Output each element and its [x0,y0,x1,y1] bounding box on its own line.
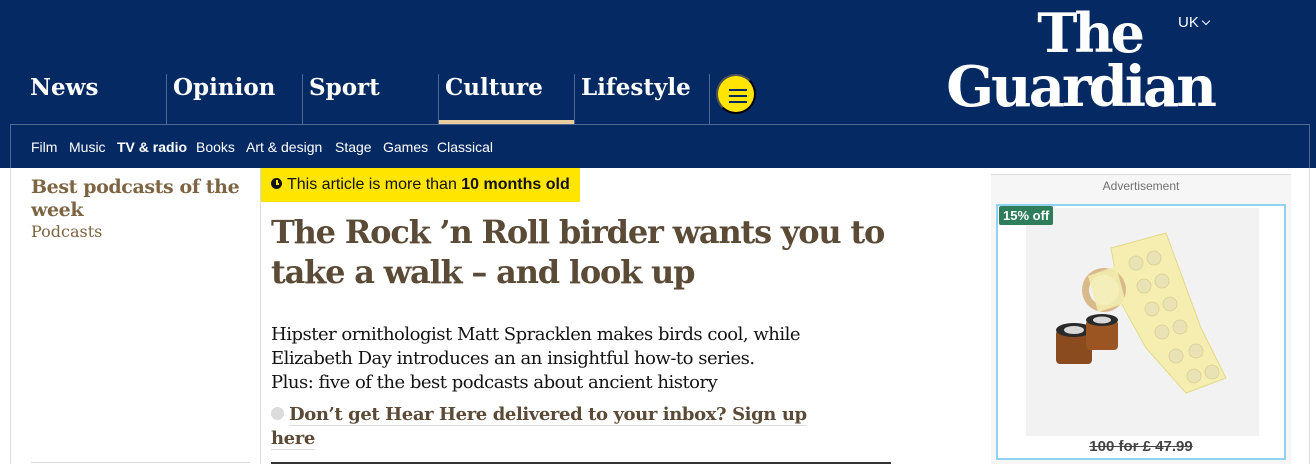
hamburger-icon-line [729,95,747,97]
sub-nav: Film Music TV & radio Books Art & design… [10,124,1310,168]
clock-icon [271,178,282,189]
bullet-icon [271,407,284,420]
series-link[interactable]: Best podcasts of the week [31,176,251,222]
frame-border-right [1309,168,1310,464]
subnav-tv-radio[interactable]: TV & radio [117,139,187,155]
subnav-games[interactable]: Games [383,139,428,155]
guardian-logo[interactable]: The Guardian [884,1,1217,120]
subnav-film[interactable]: Film [31,139,57,155]
subnav-books[interactable]: Books [196,139,235,155]
age-warning-text: This article is more than [287,176,462,193]
newsletter-cta: Don’t get Hear Here delivered to your in… [271,403,811,451]
ad-slot: Advertisement 15% off 100 for £ 47.99 [991,174,1291,464]
column-divider-bottom [31,462,250,463]
ad-product-card[interactable]: 15% off 100 for £ 47.99 [996,204,1286,460]
discount-badge: 15% off [999,206,1054,225]
logo-line-the: The [1037,1,1145,65]
ad-label: Advertisement [1102,179,1180,193]
logo-line-guardian: Guardian [946,54,1217,120]
frame-border-left [10,168,11,464]
ad-price: 100 for £ 47.99 [1089,438,1193,455]
subnav-stage[interactable]: Stage [335,139,372,155]
pillar-sport[interactable]: Sport [302,74,438,124]
age-warning: This article is more than 10 months old [261,168,580,202]
hamburger-icon [729,89,747,91]
subnav-music[interactable]: Music [69,139,106,155]
masthead: UK The Guardian News Opinion Sport Cultu… [0,0,1316,168]
article-meta: Best podcasts of the week Podcasts [31,176,251,242]
age-warning-bold: 10 months old [461,176,570,193]
standfirst: Hipster ornithologist Matt Spracklen mak… [271,324,801,393]
subnav-art-design[interactable]: Art & design [246,139,322,155]
subnav-classical[interactable]: Classical [437,139,493,155]
pillar-divider [709,74,710,124]
sticker-roll-illustration [1026,208,1259,436]
pillar-opinion[interactable]: Opinion [166,74,302,124]
pillar-culture[interactable]: Culture [438,74,574,124]
product-image [1026,208,1259,436]
column-divider [260,168,261,464]
menu-button[interactable] [716,74,756,114]
newsletter-signup-link[interactable]: Don’t get Hear Here delivered to your in… [271,404,807,450]
section-link[interactable]: Podcasts [31,222,251,242]
pillar-news[interactable]: News [30,74,166,124]
headline: The Rock ’n Roll birder wants you to tak… [271,213,885,291]
pillar-lifestyle[interactable]: Lifestyle [574,74,709,124]
hamburger-icon-line [729,101,747,103]
